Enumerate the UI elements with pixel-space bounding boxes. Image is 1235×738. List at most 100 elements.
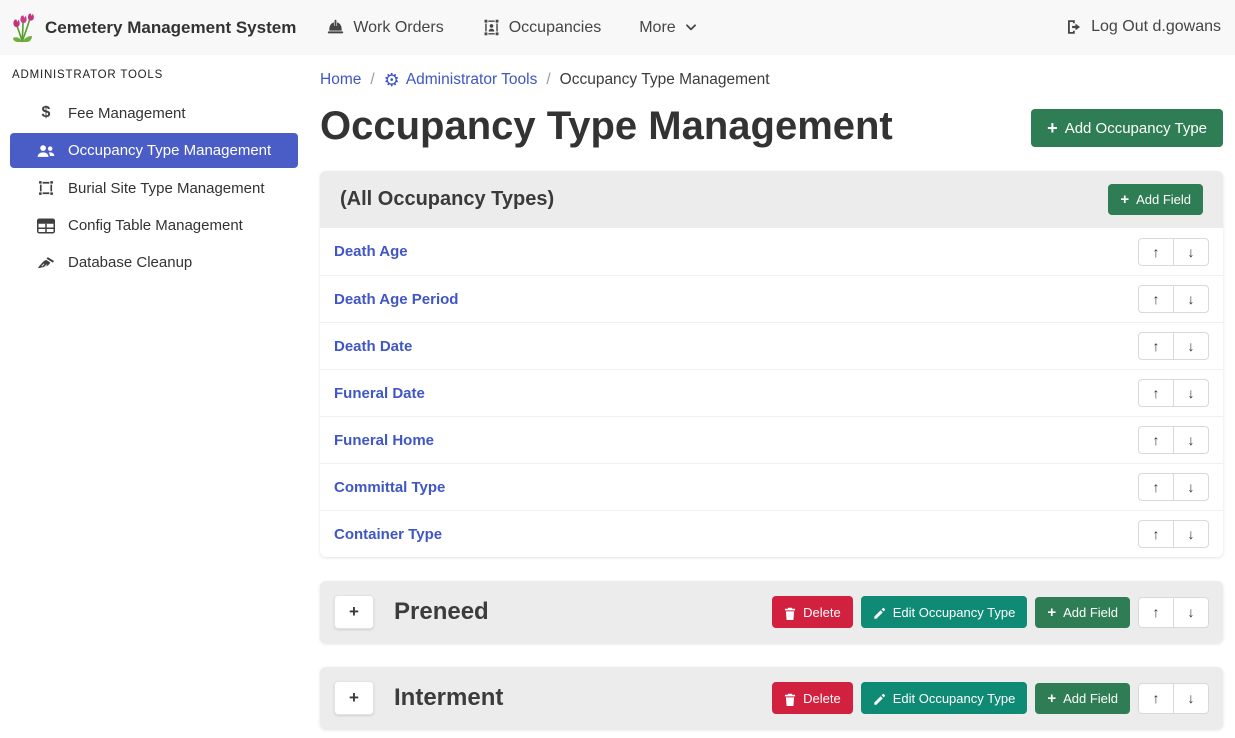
field-row: Container Type ↑ ↓ [320, 510, 1223, 557]
dollar-icon: $ [36, 104, 56, 122]
reorder-buttons: ↑ ↓ [1138, 379, 1209, 407]
field-link-funeral-date[interactable]: Funeral Date [334, 385, 425, 402]
move-up-button[interactable]: ↑ [1138, 520, 1174, 548]
move-down-button[interactable]: ↓ [1173, 285, 1209, 313]
breadcrumb-separator: / [370, 71, 374, 89]
sidebar-item-burial-site-type-management[interactable]: Burial Site Type Management [10, 170, 298, 206]
section-card-preneed: + Preneed Delete [320, 581, 1223, 643]
move-down-button[interactable]: ↓ [1173, 379, 1209, 407]
field-row: Funeral Date ↑ ↓ [320, 369, 1223, 416]
add-field-button[interactable]: + Add Field [1035, 683, 1130, 714]
sidebar-item-label: Burial Site Type Management [68, 180, 265, 197]
nav-items: Work Orders Occupancies More [326, 18, 697, 37]
field-link-death-age-period[interactable]: Death Age Period [334, 291, 458, 308]
field-row: Death Age Period ↑ ↓ [320, 275, 1223, 322]
add-field-label: Add Field [1063, 691, 1118, 706]
move-up-button[interactable]: ↑ [1138, 426, 1174, 454]
page-title: Occupancy Type Management [320, 103, 893, 149]
sidebar-item-label: Fee Management [68, 105, 186, 122]
expand-button[interactable]: + [334, 681, 374, 715]
section-actions: Delete Edit Occupancy Type + Add Field ↑ [772, 596, 1209, 627]
nav-item-work-orders[interactable]: Work Orders [326, 19, 443, 37]
move-up-button[interactable]: ↑ [1138, 285, 1174, 313]
field-row: Death Age ↑ ↓ [320, 228, 1223, 275]
add-field-label: Add Field [1063, 605, 1118, 620]
edit-occupancy-type-button[interactable]: Edit Occupancy Type [861, 596, 1028, 627]
plus-icon: + [1047, 605, 1056, 620]
page-head: Occupancy Type Management + Add Occupanc… [320, 103, 1223, 149]
brand[interactable]: Cemetery Management System [10, 12, 296, 44]
sidebar-item-label: Database Cleanup [68, 254, 192, 271]
trash-icon [784, 690, 796, 705]
top-navbar: Cemetery Management System Work Orders [0, 0, 1235, 55]
section-actions: Delete Edit Occupancy Type + Add Field ↑ [772, 682, 1209, 713]
move-up-button[interactable]: ↑ [1138, 332, 1174, 360]
field-link-death-date[interactable]: Death Date [334, 338, 412, 355]
add-field-label: Add Field [1136, 192, 1191, 207]
move-down-button[interactable]: ↓ [1173, 520, 1209, 548]
logout-button[interactable]: Log Out d.gowans [1065, 18, 1221, 36]
move-down-button[interactable]: ↓ [1173, 238, 1209, 266]
sidebar-item-fee-management[interactable]: $ Fee Management [10, 95, 298, 131]
move-down-button[interactable]: ↓ [1173, 683, 1209, 714]
move-up-button[interactable]: ↑ [1138, 597, 1174, 628]
move-down-button[interactable]: ↓ [1173, 473, 1209, 501]
reorder-buttons: ↑ ↓ [1138, 426, 1209, 454]
all-occupancy-types-card: (All Occupancy Types) + Add Field Death … [320, 171, 1223, 557]
section-title: Interment [394, 684, 503, 712]
breadcrumb-admin-tools-link[interactable]: ⚙ Administrator Tools [384, 71, 538, 89]
move-up-button[interactable]: ↑ [1138, 683, 1174, 714]
section-title: Preneed [394, 598, 489, 626]
delete-button[interactable]: Delete [772, 682, 853, 713]
move-up-button[interactable]: ↑ [1138, 379, 1174, 407]
reorder-buttons: ↑ ↓ [1138, 285, 1209, 313]
edit-occupancy-type-label: Edit Occupancy Type [893, 605, 1016, 620]
broom-icon [36, 255, 56, 271]
breadcrumb-home-link[interactable]: Home [320, 71, 361, 89]
field-link-committal-type[interactable]: Committal Type [334, 479, 445, 496]
logout-icon [1065, 18, 1083, 36]
move-down-button[interactable]: ↓ [1173, 332, 1209, 360]
plus-icon: + [1120, 192, 1129, 207]
field-link-death-age[interactable]: Death Age [334, 243, 408, 260]
sidebar-heading: ADMINISTRATOR TOOLS [12, 69, 310, 81]
field-link-funeral-home[interactable]: Funeral Home [334, 432, 434, 449]
chevron-down-icon [684, 19, 698, 37]
add-field-button[interactable]: + Add Field [1035, 597, 1130, 628]
trash-icon [784, 604, 796, 619]
add-occupancy-type-button[interactable]: + Add Occupancy Type [1031, 109, 1223, 147]
gear-icon: ⚙ [384, 71, 400, 89]
field-row: Death Date ↑ ↓ [320, 322, 1223, 369]
edit-occupancy-type-button[interactable]: Edit Occupancy Type [861, 682, 1028, 713]
breadcrumb-admin-tools-label: Administrator Tools [406, 71, 538, 89]
breadcrumb: Home / ⚙ Administrator Tools / Occupancy… [320, 71, 1223, 89]
nav-item-more[interactable]: More [639, 19, 697, 37]
reorder-buttons: ↑ ↓ [1138, 473, 1209, 501]
reorder-buttons: ↑ ↓ [1138, 238, 1209, 266]
move-up-button[interactable]: ↑ [1138, 238, 1174, 266]
expand-button[interactable]: + [334, 595, 374, 629]
pencil-icon [873, 690, 886, 705]
people-icon [36, 143, 56, 159]
delete-button[interactable]: Delete [772, 596, 853, 627]
hard-hat-icon [326, 19, 345, 37]
add-field-button[interactable]: + Add Field [1108, 184, 1203, 215]
sidebar-item-database-cleanup[interactable]: Database Cleanup [10, 245, 298, 280]
move-down-button[interactable]: ↓ [1173, 597, 1209, 628]
delete-label: Delete [803, 605, 841, 620]
reorder-buttons: ↑ ↓ [1138, 520, 1209, 548]
add-occupancy-type-label: Add Occupancy Type [1065, 120, 1207, 137]
sidebar-item-config-table-management[interactable]: Config Table Management [10, 208, 298, 243]
section-card-interment: + Interment Delete [320, 667, 1223, 729]
field-link-container-type[interactable]: Container Type [334, 526, 442, 543]
move-up-button[interactable]: ↑ [1138, 473, 1174, 501]
breadcrumb-separator: / [546, 71, 550, 89]
move-down-button[interactable]: ↓ [1173, 426, 1209, 454]
plus-icon: + [1047, 119, 1058, 137]
edit-occupancy-type-label: Edit Occupancy Type [893, 691, 1016, 706]
reorder-buttons: ↑ ↓ [1138, 683, 1209, 714]
nav-item-occupancies[interactable]: Occupancies [482, 18, 602, 37]
sidebar-item-occupancy-type-management[interactable]: Occupancy Type Management [10, 133, 298, 168]
plus-icon: + [1047, 691, 1056, 706]
sidebar-item-label: Occupancy Type Management [68, 142, 271, 159]
